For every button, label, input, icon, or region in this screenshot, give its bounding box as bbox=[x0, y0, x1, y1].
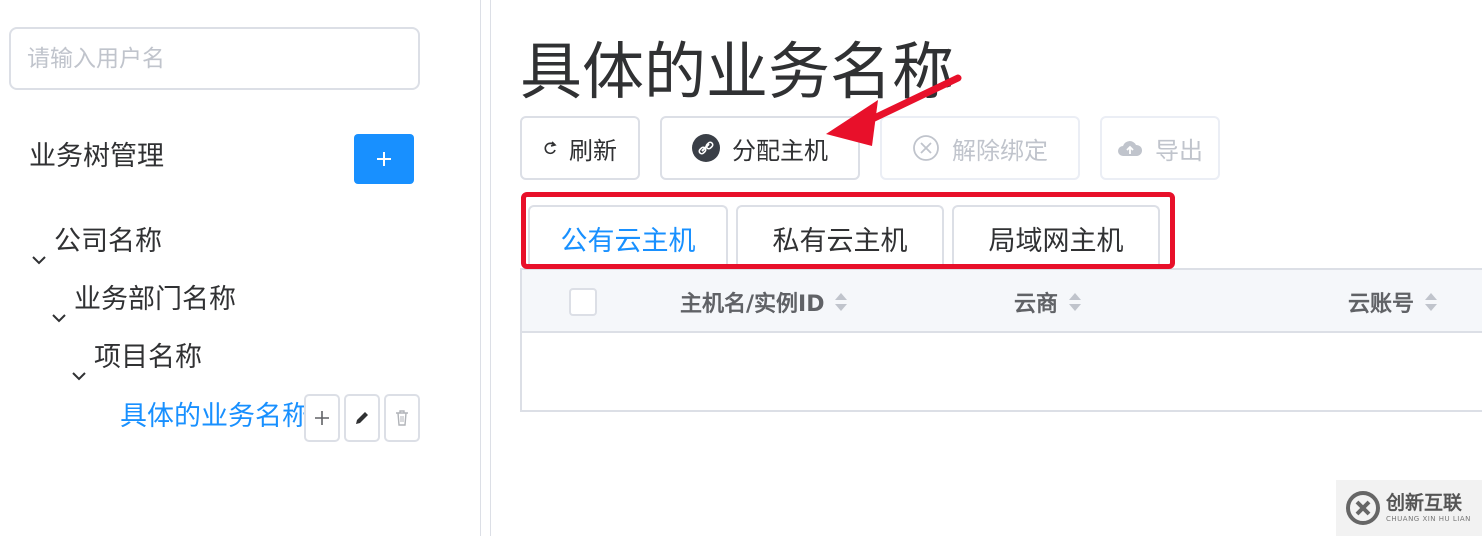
table-body bbox=[522, 333, 1482, 410]
delete-node-button[interactable] bbox=[384, 394, 420, 442]
export-label: 导出 bbox=[1155, 136, 1203, 165]
brand-name-en: CHUANG XIN HU LIAN bbox=[1386, 514, 1471, 523]
column-header-cloud-vendor[interactable]: 云商 bbox=[1014, 270, 1082, 333]
chevron-down-icon[interactable] bbox=[72, 353, 86, 381]
trash-icon bbox=[394, 409, 410, 427]
tree-node-project[interactable]: 项目名称 bbox=[72, 338, 202, 381]
column-header-hostname[interactable]: 主机名/实例ID bbox=[680, 270, 848, 333]
add-tree-node-button[interactable] bbox=[354, 134, 414, 184]
sort-icon[interactable] bbox=[834, 291, 848, 313]
refresh-label: 刷新 bbox=[569, 136, 617, 165]
column-label: 主机名/实例ID bbox=[680, 291, 825, 317]
refresh-button[interactable]: 刷新 bbox=[520, 116, 640, 180]
plus-icon bbox=[314, 410, 330, 426]
search-input[interactable] bbox=[9, 27, 420, 90]
column-label: 云商 bbox=[1014, 291, 1059, 317]
link-icon bbox=[692, 134, 720, 162]
tree-title: 业务树管理 bbox=[29, 141, 164, 172]
brand-logo-icon bbox=[1346, 491, 1380, 525]
brand-watermark: 创新互联 CHUANG XIN HU LIAN bbox=[1336, 480, 1482, 536]
refresh-icon bbox=[543, 140, 557, 156]
tree-node-selected-business[interactable]: 具体的业务名称 bbox=[120, 397, 309, 437]
select-all-checkbox[interactable] bbox=[569, 288, 597, 316]
plus-icon bbox=[375, 150, 393, 168]
leaf-actions bbox=[304, 394, 420, 442]
assign-host-label: 分配主机 bbox=[732, 136, 828, 165]
tree-node-company[interactable]: 公司名称 bbox=[32, 222, 162, 265]
sort-icon[interactable] bbox=[1068, 291, 1082, 313]
tree-node-label: 业务部门名称 bbox=[74, 284, 236, 315]
tree-node-department[interactable]: 业务部门名称 bbox=[52, 280, 236, 323]
sort-icon[interactable] bbox=[1424, 291, 1438, 313]
pencil-icon bbox=[353, 409, 371, 427]
sidebar: 业务树管理 公司名称 业务部门名称 项目名称 具体的业务名称 bbox=[0, 0, 480, 536]
tree-node-label: 项目名称 bbox=[94, 342, 202, 373]
column-label: 云账号 bbox=[1348, 291, 1415, 317]
table-header: 主机名/实例ID 云商 云账号 bbox=[522, 270, 1482, 333]
edit-node-button[interactable] bbox=[344, 394, 380, 442]
panel-divider bbox=[480, 0, 481, 536]
add-child-button[interactable] bbox=[304, 394, 340, 442]
export-button[interactable]: 导出 bbox=[1100, 116, 1220, 180]
column-header-cloud-account[interactable]: 云账号 bbox=[1348, 270, 1438, 333]
chevron-down-icon[interactable] bbox=[52, 295, 66, 323]
panel-divider bbox=[490, 0, 491, 536]
tree-node-label: 公司名称 bbox=[54, 226, 162, 257]
annotation-arrow bbox=[826, 74, 962, 146]
tabs-highlight-box bbox=[521, 192, 1175, 269]
hosts-table: 主机名/实例ID 云商 云账号 bbox=[520, 268, 1482, 412]
chevron-down-icon[interactable] bbox=[32, 237, 46, 265]
brand-name-cn: 创新互联 bbox=[1386, 491, 1463, 514]
cloud-upload-icon bbox=[1117, 138, 1143, 158]
